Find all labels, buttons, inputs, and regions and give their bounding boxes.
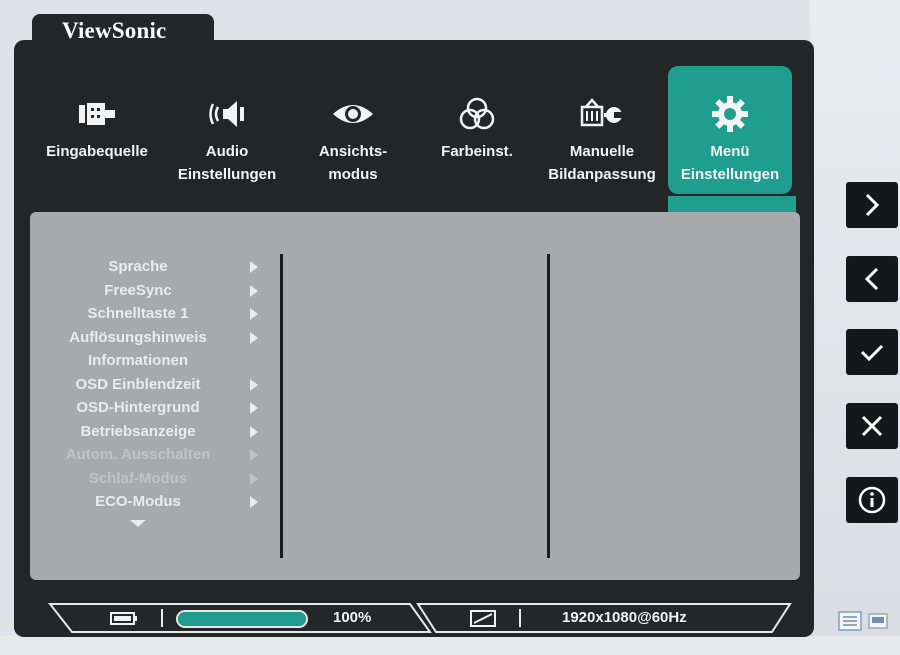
chevron-right-icon: [865, 193, 880, 217]
arrow-right-icon: [250, 496, 258, 508]
menu-item-eco-modus[interactable]: ECO-Modus: [38, 490, 270, 514]
menu-item-label: FreeSync: [104, 281, 172, 299]
menu-item-osd-einblendzeit[interactable]: OSD Einblendzeit: [38, 373, 270, 397]
tab-label: Manuelle Bildanpassung: [548, 143, 656, 183]
tab-manuelle-bildanpassung[interactable]: Manuelle Bildanpassung: [540, 66, 664, 194]
progress-fill: [178, 612, 306, 626]
menu-item-aufloesungshinweis[interactable]: Auflösungshinweis: [38, 326, 270, 350]
status-bar: 100% 1920x1080@60Hz: [42, 601, 794, 635]
tab-farbeinst[interactable]: Farbeinst.: [423, 66, 531, 194]
scroll-down-icon[interactable]: [130, 520, 146, 527]
menu-item-betriebsanzeige[interactable]: Betriebsanzeige: [38, 420, 270, 444]
arrow-right-icon: [250, 261, 258, 273]
tab-ansichtsmodus[interactable]: Ansichts- modus: [300, 66, 406, 194]
tab-label: Ansichts- modus: [318, 143, 388, 183]
menu-item-label: Informationen: [88, 352, 188, 369]
speaker-icon: [163, 88, 291, 140]
tab-audio[interactable]: Audio Einstellungen: [163, 66, 291, 194]
menu-item-label: Schlaf-Modus: [88, 469, 188, 487]
tab-label: Eingabequelle: [46, 143, 148, 160]
arrow-right-icon: [250, 402, 258, 414]
menu-item-label: Autom. Ausschalten: [65, 446, 211, 463]
gear-icon: [668, 88, 792, 140]
eye-icon: [300, 88, 406, 140]
menu-item-informationen[interactable]: Informationen: [38, 349, 270, 373]
menu-item-autom-ausschalten[interactable]: Autom. Ausschalten: [38, 443, 270, 467]
menu-item-freesync[interactable]: FreeSync: [38, 279, 270, 303]
progress-percent: 100%: [333, 609, 372, 626]
column-divider: [280, 254, 283, 558]
menu-item-label: OSD Einblendzeit: [75, 375, 201, 393]
settings-menu: Sprache FreeSync Schnelltaste 1 Auflösun…: [38, 255, 270, 514]
menu-item-label: OSD-Hintergrund: [76, 399, 200, 416]
input-source-icon: [38, 88, 156, 140]
menu-item-sprache[interactable]: Sprache: [38, 255, 270, 279]
tab-label: Audio Einstellungen: [177, 143, 277, 183]
tab-label: Menü Einstellungen: [680, 143, 780, 183]
brand-logo: ViewSonic: [62, 18, 167, 43]
tab-label: Farbeinst.: [441, 143, 513, 160]
menu-item-label: Betriebsanzeige: [80, 422, 196, 440]
close-button[interactable]: [846, 403, 898, 449]
menu-item-osd-hintergrund[interactable]: OSD-Hintergrund: [38, 396, 270, 420]
menu-item-label: ECO-Modus: [95, 493, 181, 510]
brightness-progress-bar: [176, 610, 308, 628]
chevron-left-icon: [864, 267, 879, 291]
monitor-wrench-icon: [540, 88, 664, 140]
resolution-readout: 1920x1080@60Hz: [562, 609, 687, 626]
tab-eingabequelle[interactable]: Eingabequelle: [38, 66, 156, 194]
color-circles-icon: [423, 88, 531, 140]
tab-menue-einstellungen[interactable]: Menü Einstellungen: [668, 66, 792, 194]
arrow-right-icon: [250, 378, 258, 391]
menu-item-label: Schnelltaste 1: [87, 305, 189, 322]
battery-icon: [110, 612, 138, 629]
menu-item-schnelltaste-1[interactable]: Schnelltaste 1: [38, 302, 270, 326]
background-strip: [0, 636, 900, 655]
check-icon: [860, 344, 884, 362]
column-divider: [547, 254, 550, 558]
back-button[interactable]: [846, 256, 898, 302]
menu-item-label: Auflösungshinweis: [69, 328, 207, 346]
background: [810, 0, 900, 655]
arrow-right-icon: [250, 284, 258, 297]
close-icon: [861, 415, 883, 437]
arrow-right-icon: [250, 449, 258, 461]
aspect-ratio-icon: [470, 610, 496, 631]
info-icon: [858, 486, 886, 514]
view-toggle: [838, 610, 898, 632]
tab-bar: Eingabequelle Audio Einstellungen Ansich…: [38, 66, 798, 196]
next-button[interactable]: [846, 182, 898, 228]
menu-item-label: Sprache: [108, 258, 168, 275]
arrow-right-icon: [250, 308, 258, 320]
arrow-right-icon: [250, 331, 258, 344]
arrow-right-icon: [250, 425, 258, 438]
menu-item-schlaf-modus[interactable]: Schlaf-Modus: [38, 467, 270, 491]
arrow-right-icon: [250, 472, 258, 485]
info-button[interactable]: [846, 477, 898, 523]
confirm-button[interactable]: [846, 329, 898, 375]
